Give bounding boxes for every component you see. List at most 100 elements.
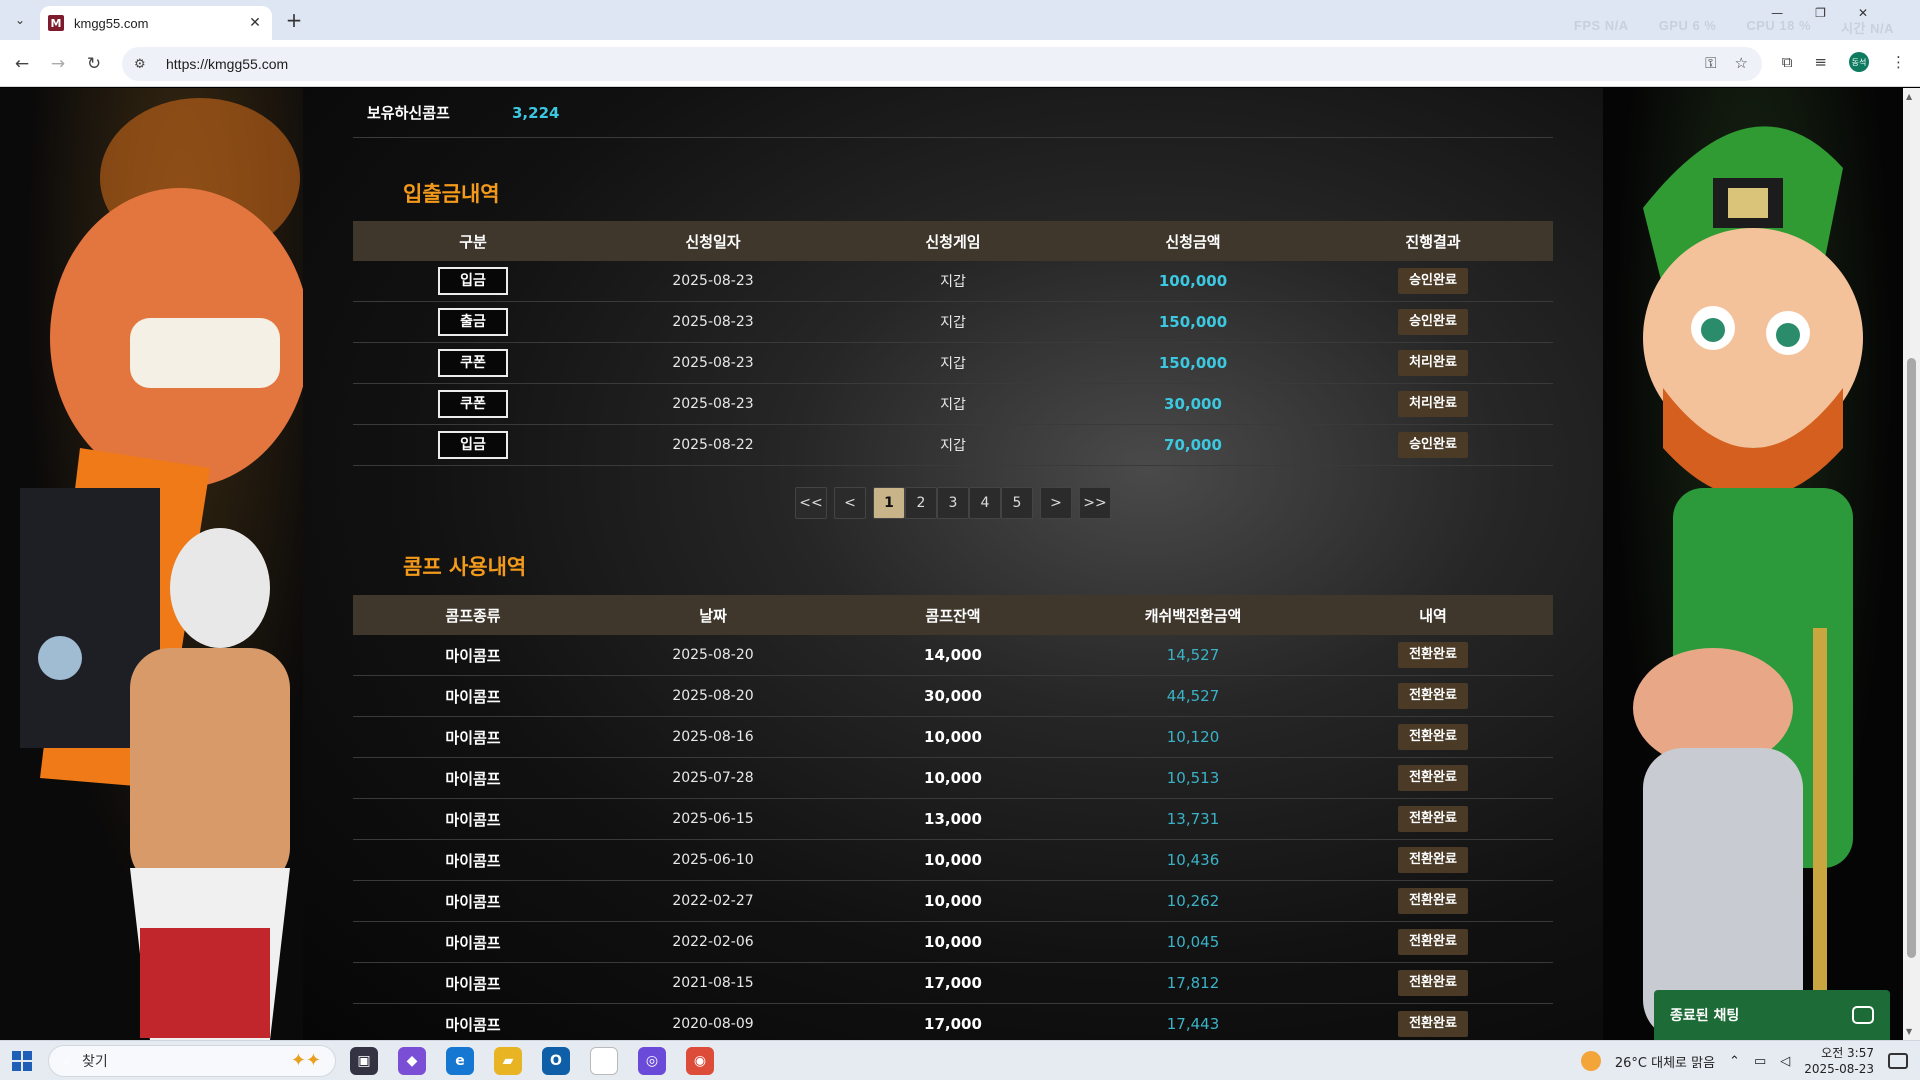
page-button-5[interactable]: 5	[1001, 487, 1033, 519]
table-row: 마이콤프 2022-02-06 10,000 10,045 전환완료	[353, 922, 1553, 963]
extensions-icon[interactable]: ⧉	[1782, 53, 1793, 71]
weather-text[interactable]: 26°C 대체로 맑음	[1615, 1052, 1715, 1071]
address-bar[interactable]: ⚙ https://kmgg55.com ⚿ ☆	[122, 47, 1762, 81]
game-cell: 지갑	[940, 274, 966, 290]
page-next-button[interactable]: >	[1040, 487, 1072, 519]
back-icon[interactable]: ←	[10, 52, 34, 76]
forward-icon[interactable]: →	[46, 52, 70, 76]
profile-avatar[interactable]: 동석	[1849, 52, 1869, 72]
chat-widget[interactable]: 종료된 채팅	[1654, 990, 1890, 1040]
status-cell: 전환완료	[1313, 683, 1553, 709]
bookmark-star-icon[interactable]: ☆	[1735, 54, 1748, 72]
messenger-icon[interactable]: ◎	[638, 1047, 666, 1075]
reload-icon[interactable]: ↻	[82, 52, 106, 76]
balance-cell: 14,000	[924, 646, 982, 664]
scroll-thumb[interactable]	[1907, 358, 1916, 958]
status-badge: 전환완료	[1398, 724, 1468, 750]
site-favicon-icon: M	[48, 15, 64, 31]
left-character-art	[0, 88, 303, 1040]
cashback-cell: 17,443	[1166, 1015, 1220, 1033]
browser-tab-active[interactable]: M kmgg55.com ✕	[40, 6, 272, 40]
scroll-up-icon[interactable]: ▲	[1906, 92, 1912, 101]
url-text[interactable]: https://kmgg55.com	[166, 56, 288, 72]
page-button-1[interactable]: 1	[873, 487, 905, 519]
page-button-4[interactable]: 4	[969, 487, 1001, 519]
comp-history-table: 콤프종류 날짜 콤프잔액 캐쉬백전환금액 내역 마이콤프 2025-08-20 14…	[353, 595, 1553, 1040]
col-header-amount: 신청금액	[1165, 232, 1221, 251]
type-tag: 출금	[438, 308, 508, 336]
scroll-down-icon[interactable]: ▼	[1906, 1027, 1912, 1036]
kind-cell: 마이콤프	[445, 769, 501, 788]
balance-cell: 17,000	[924, 1015, 982, 1033]
kind-cell: 마이콤프	[445, 933, 501, 952]
notification-icon[interactable]	[1888, 1053, 1908, 1069]
outlook-icon[interactable]: O	[542, 1047, 570, 1075]
deposit-table-header: 구분 신청일자 신청게임 신청금액 진행결과	[353, 221, 1553, 261]
chat-status-label: 종료된 채팅	[1670, 1008, 1740, 1024]
media-controls-icon[interactable]: ≡	[1814, 53, 1827, 71]
date-cell: 2025-08-23	[672, 273, 754, 289]
chat-bubble-icon	[1852, 1006, 1874, 1024]
password-key-icon[interactable]: ⚿	[1705, 54, 1716, 72]
taskbar-search[interactable]: ⌕ 찾기 ✦✦	[48, 1045, 336, 1077]
toolbar-actions: ⧉ ≡ 동석 ⋮	[1782, 52, 1906, 72]
status-cell: 전환완료	[1313, 847, 1553, 873]
type-tag: 입금	[438, 267, 508, 295]
pagination: << < 1 2 3 4 5 > >>	[795, 487, 1111, 519]
cashback-cell: 14,527	[1166, 646, 1220, 664]
status-cell: 전환완료	[1313, 724, 1553, 750]
page-first-button[interactable]: <<	[795, 487, 827, 519]
tray-network-icon[interactable]: ▭	[1754, 1054, 1766, 1069]
comp-balance-row: 보유하신콤프 3,224	[353, 88, 1553, 138]
file-explorer-icon[interactable]: ▰	[494, 1047, 522, 1075]
cashback-cell: 17,812	[1166, 974, 1220, 992]
cpu-readout: CPU 18 %	[1746, 18, 1812, 33]
status-badge: 전환완료	[1398, 642, 1468, 668]
table-row: 쿠폰 2025-08-23 지갑 150,000 처리완료	[353, 343, 1553, 384]
task-view-icon[interactable]: ▣	[350, 1047, 378, 1075]
col-header-kind: 콤프종류	[445, 606, 501, 625]
status-cell: 전환완료	[1313, 1011, 1553, 1037]
table-row: 마이콤프 2025-08-16 10,000 10,120 전환완료	[353, 717, 1553, 758]
tray-chevron-icon[interactable]: ⌃	[1729, 1054, 1740, 1069]
perf-overlay: FPS N/A GPU 6 % CPU 18 % 시간 N/A	[1574, 18, 1894, 37]
kind-cell: 마이콤프	[445, 851, 501, 870]
tab-list-icon[interactable]: ⌄	[8, 8, 32, 32]
minimize-icon[interactable]: —	[1771, 6, 1783, 20]
right-character-art	[1603, 88, 1903, 1040]
status-cell: 전환완료	[1313, 806, 1553, 832]
table-row: 출금 2025-08-23 지갑 150,000 승인완료	[353, 302, 1553, 343]
window-controls: — ❐ ✕	[1771, 6, 1920, 20]
status-cell: 전환완료	[1313, 765, 1553, 791]
table-row: 마이콤프 2025-08-20 14,000 14,527 전환완료	[353, 635, 1553, 676]
new-tab-icon[interactable]: +	[282, 8, 306, 32]
chrome-icon[interactable]: ◉	[686, 1047, 714, 1075]
windows-taskbar: ⌕ 찾기 ✦✦ ▣ ◆ e ▰ O ◎ ◉ 26°C 대체로 맑음 ⌃ ▭ ◁ …	[0, 1040, 1920, 1080]
notepad-icon[interactable]	[590, 1047, 618, 1075]
col-header-game: 신청게임	[925, 232, 981, 251]
window-close-icon[interactable]: ✕	[1858, 6, 1868, 20]
restore-icon[interactable]: ❐	[1815, 6, 1826, 20]
page-button-2[interactable]: 2	[905, 487, 937, 519]
date-cell: 2025-07-28	[672, 770, 754, 786]
table-row: 쿠폰 2025-08-23 지갑 30,000 처리완료	[353, 384, 1553, 425]
tab-close-icon[interactable]: ✕	[246, 15, 264, 31]
comp-table-header: 콤프종류 날짜 콤프잔액 캐쉬백전환금액 내역	[353, 595, 1553, 635]
site-info-icon[interactable]: ⚙	[134, 57, 156, 72]
kind-cell: 마이콤프	[445, 728, 501, 747]
tray-volume-icon[interactable]: ◁	[1780, 1054, 1790, 1069]
page-last-button[interactable]: >>	[1079, 487, 1111, 519]
copilot-icon[interactable]: ◆	[398, 1047, 426, 1075]
date-cell: 2022-02-06	[672, 934, 754, 950]
edge-icon[interactable]: e	[446, 1047, 474, 1075]
date-cell: 2025-08-22	[672, 437, 754, 453]
page-prev-button[interactable]: <	[834, 487, 866, 519]
windows-start-icon[interactable]	[12, 1051, 32, 1071]
kind-cell: 마이콤프	[445, 810, 501, 829]
taskbar-clock[interactable]: 오전 3:57 2025-08-23	[1804, 1045, 1874, 1077]
menu-kebab-icon[interactable]: ⋮	[1891, 53, 1906, 71]
page-scrollbar[interactable]: ▲ ▼	[1903, 88, 1920, 1040]
left-character-illustration	[20, 98, 303, 1040]
weather-icon[interactable]	[1580, 1051, 1601, 1071]
page-button-3[interactable]: 3	[937, 487, 969, 519]
